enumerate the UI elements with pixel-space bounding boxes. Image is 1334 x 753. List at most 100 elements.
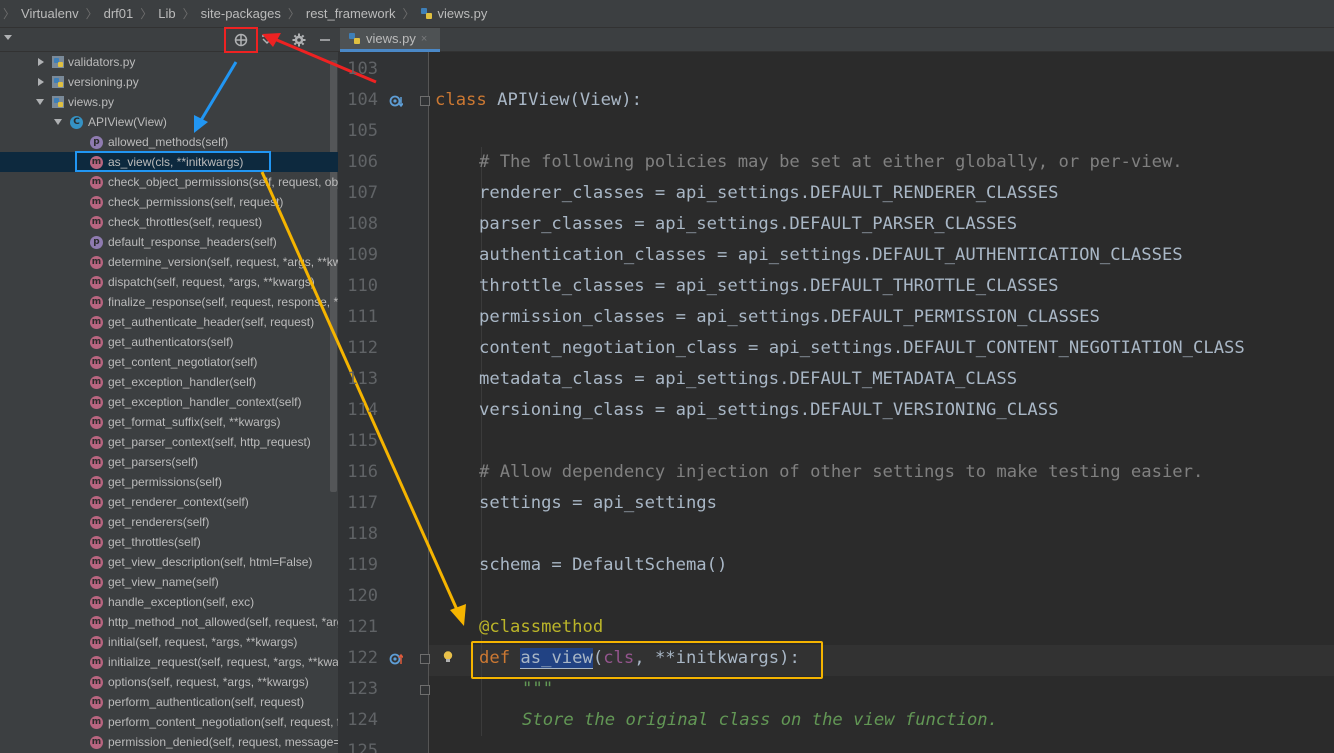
tree-label: check_object_permissions(self, request, … (108, 175, 338, 189)
tree-file-validators[interactable]: validators.py (0, 52, 338, 72)
tree-member-item[interactable]: m get_exception_handler_context(self) (0, 392, 338, 412)
line-number: 124 (347, 710, 378, 730)
tree-member-item[interactable]: m get_view_name(self) (0, 572, 338, 592)
tree-member-item[interactable]: m get_permissions(self) (0, 472, 338, 492)
code-line-116: # Allow dependency injection of other se… (479, 462, 1204, 482)
line-number: 115 (347, 431, 378, 451)
tree-label: get_content_negotiator(self) (108, 355, 258, 369)
tree-member-item[interactable]: m check_throttles(self, request) (0, 212, 338, 232)
tree-member-item[interactable]: m check_permissions(self, request) (0, 192, 338, 212)
tree-member-item[interactable]: m perform_authentication(self, request) (0, 692, 338, 712)
breadcrumb-item-virtualenv[interactable]: 〉 Virtualenv (0, 5, 83, 22)
tree-member-item[interactable]: m perform_content_negotiation(self, reque… (0, 712, 338, 732)
collapse-arrow-icon[interactable] (36, 99, 44, 105)
tree-member-item[interactable]: m permission_denied(self, request, messag… (0, 732, 338, 752)
tree-member-item[interactable]: m http_method_not_allowed(self, request, … (0, 612, 338, 632)
tree-label: http_method_not_allowed(self, request, *… (108, 615, 338, 629)
tree-member-item[interactable]: m initial(self, request, *args, **kwargs) (0, 632, 338, 652)
breadcrumb-item-site-packages[interactable]: 〉 site-packages (180, 5, 285, 22)
tree-member-item[interactable]: m get_parser_context(self, http_request) (0, 432, 338, 452)
breadcrumb-item-views-py[interactable]: 〉 views.py (399, 5, 491, 22)
tree-member-item[interactable]: p allowed_methods(self) (0, 132, 338, 152)
tree-file-versioning[interactable]: versioning.py (0, 72, 338, 92)
breadcrumb-label: drf01 (103, 6, 134, 21)
tree-member-item[interactable]: m get_renderers(self) (0, 512, 338, 532)
tree-member-item[interactable]: m finalize_response(self, request, respon… (0, 292, 338, 312)
tree-member-item[interactable]: m determine_version(self, request, *args,… (0, 252, 338, 272)
tree-member-item[interactable]: m get_authenticators(self) (0, 332, 338, 352)
hide-panel-button[interactable] (315, 30, 335, 50)
tree-member-item[interactable]: m handle_exception(self, exc) (0, 592, 338, 612)
tree-member-item[interactable]: m get_throttles(self) (0, 532, 338, 552)
tree-member-item[interactable]: m get_parsers(self) (0, 452, 338, 472)
close-tab-icon[interactable]: × (421, 33, 427, 45)
tree-class-apiview[interactable]: C APIView(View) (0, 112, 338, 132)
tree-member-item[interactable]: m check_object_permissions(self, request,… (0, 172, 338, 192)
python-file-icon (421, 8, 433, 19)
line-number: 116 (347, 462, 378, 482)
property-icon: p (90, 235, 103, 249)
breadcrumb-separator-icon: 〉 (287, 7, 300, 21)
line-number: 109 (347, 245, 378, 265)
tree-member-item[interactable]: m get_renderer_context(self) (0, 492, 338, 512)
line-number: 114 (347, 400, 378, 420)
subclassed-marker-icon[interactable] (389, 94, 403, 108)
tree-member-item[interactable]: m options(self, request, *args, **kwargs) (0, 672, 338, 692)
breadcrumb-label: Lib (158, 6, 176, 21)
method-icon: m (90, 275, 103, 289)
expand-arrow-icon[interactable] (38, 78, 44, 86)
code-line-108: parser_classes = api_settings.DEFAULT_PA… (479, 214, 1018, 234)
expand-arrow-icon[interactable] (38, 58, 44, 66)
code-line-104: class APIView(View): (435, 85, 642, 116)
tree-member-item[interactable]: m get_format_suffix(self, **kwargs) (0, 412, 338, 432)
method-icon: m (90, 655, 103, 669)
fold-marker-icon[interactable] (420, 96, 430, 106)
breadcrumb-label: views.py (437, 6, 488, 21)
tree-member-item[interactable]: m initialize_request(self, request, *args… (0, 652, 338, 672)
code-line-107: renderer_classes = api_settings.DEFAULT_… (479, 183, 1059, 203)
fold-marker-icon[interactable] (420, 654, 430, 664)
tree-label: get_renderers(self) (108, 515, 210, 529)
lightbulb-icon[interactable] (441, 650, 455, 664)
method-icon: m (90, 415, 103, 429)
collapse-all-button[interactable] (257, 30, 277, 50)
tree-member-item[interactable]: m get_content_negotiator(self) (0, 352, 338, 372)
line-number: 108 (347, 214, 378, 234)
tree-file-views[interactable]: views.py (0, 92, 338, 112)
tree-member-item[interactable]: m get_view_description(self, html=False) (0, 552, 338, 572)
breadcrumb-item-drf01[interactable]: 〉 drf01 (83, 5, 138, 22)
breadcrumb-separator-icon: 〉 (85, 7, 98, 21)
settings-button[interactable] (289, 30, 309, 50)
annotation-blue-box (75, 151, 271, 172)
editor-tab-bar: views.py × (338, 28, 1334, 52)
code-line-110: throttle_classes = api_settings.DEFAULT_… (479, 276, 1059, 296)
collapse-arrow-icon[interactable] (54, 119, 62, 125)
class-icon: C (70, 115, 83, 129)
tree-member-item[interactable]: m get_exception_handler(self) (0, 372, 338, 392)
method-icon: m (90, 295, 103, 309)
panel-menu-chevron-down-icon[interactable] (4, 35, 12, 40)
line-number: 119 (347, 555, 378, 575)
method-icon: m (90, 715, 103, 729)
method-icon: m (90, 635, 103, 649)
tree-label: check_permissions(self, request) (108, 195, 284, 209)
code-token: APIView(View): (486, 90, 642, 110)
tree-member-item[interactable]: p default_response_headers(self) (0, 232, 338, 252)
tree-label: initialize_request(self, request, *args,… (108, 655, 338, 669)
minimize-icon (320, 39, 330, 41)
tree-member-item[interactable]: m get_authenticate_header(self, request) (0, 312, 338, 332)
line-number: 123 (347, 679, 378, 699)
overrides-marker-icon[interactable] (389, 652, 403, 666)
tree-member-item[interactable]: m dispatch(self, request, *args, **kwargs… (0, 272, 338, 292)
code-line-117: settings = api_settings (479, 493, 717, 513)
line-number: 125 (347, 741, 378, 753)
fold-marker-icon[interactable] (420, 685, 430, 695)
tree-label: get_parser_context(self, http_request) (108, 435, 311, 449)
tab-views-py[interactable]: views.py × (340, 28, 440, 52)
code-line-114: versioning_class = api_settings.DEFAULT_… (479, 400, 1059, 420)
line-number: 122 (347, 648, 378, 668)
breadcrumb-item-lib[interactable]: 〉 Lib (137, 5, 179, 22)
breadcrumb-item-rest-framework[interactable]: 〉 rest_framework (285, 5, 400, 22)
code-line-109: authentication_classes = api_settings.DE… (479, 245, 1183, 265)
line-number: 103 (347, 59, 378, 79)
